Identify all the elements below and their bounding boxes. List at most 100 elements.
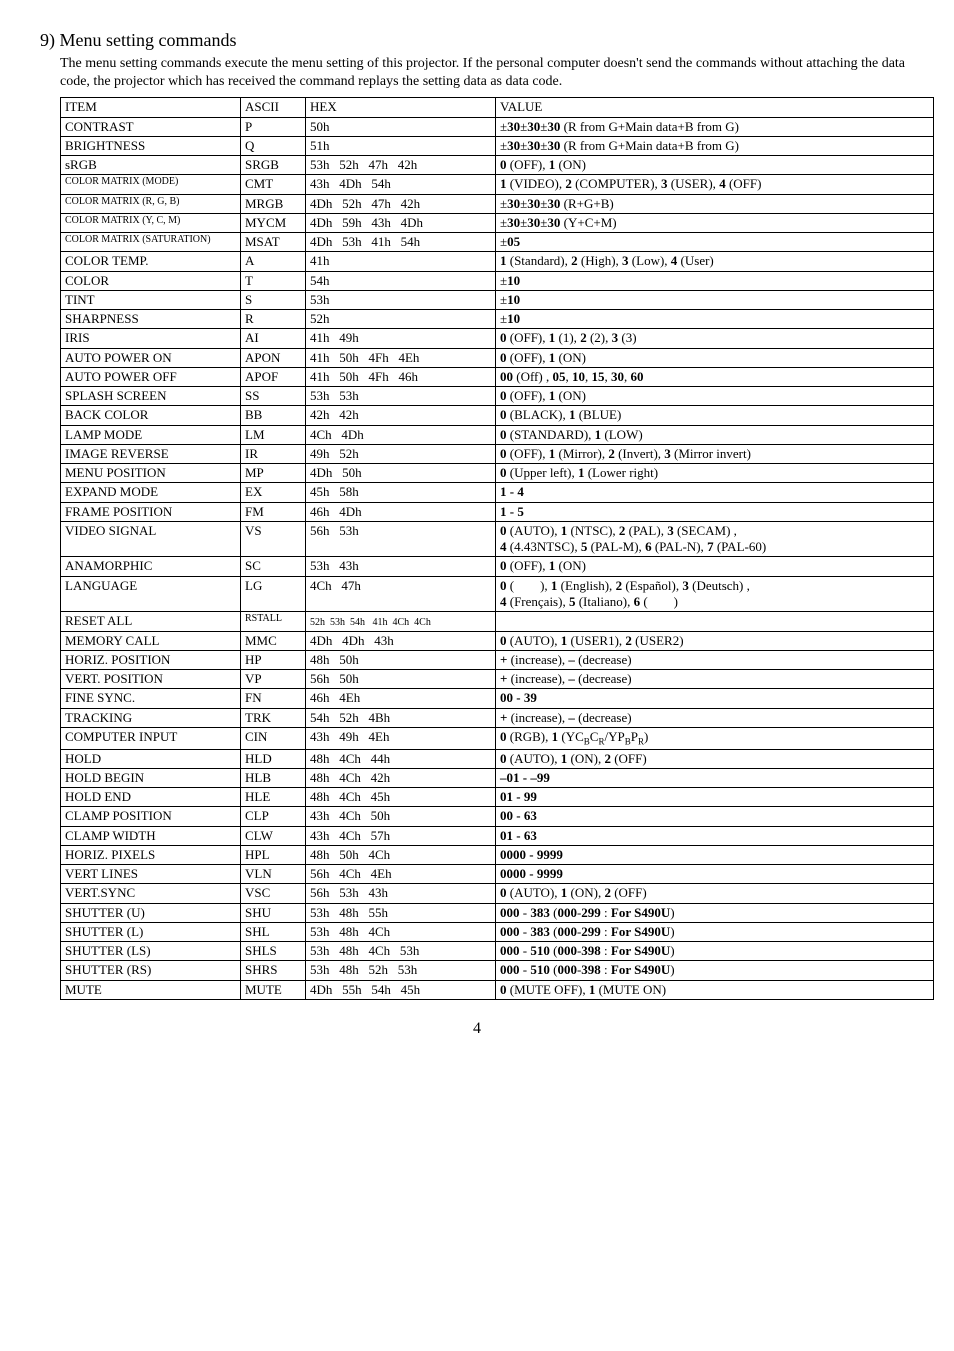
table-row: FRAME POSITIONFM46h 4Dh1 - 5 bbox=[61, 502, 934, 521]
cell-hex: 52h bbox=[306, 310, 496, 329]
cell-ascii: Q bbox=[241, 136, 306, 155]
table-row: VERT. POSITIONVP56h 50h+ (increase), – (… bbox=[61, 670, 934, 689]
cell-value: 0 (RGB), 1 (YCBCR/YPBPR) bbox=[496, 727, 934, 749]
cell-ascii: R bbox=[241, 310, 306, 329]
cell-item: COLOR bbox=[61, 271, 241, 290]
cell-hex: 46h 4Eh bbox=[306, 689, 496, 708]
cell-hex: 41h 50h 4Fh 4Eh bbox=[306, 348, 496, 367]
cell-hex: 56h 4Ch 4Eh bbox=[306, 865, 496, 884]
cell-ascii: HP bbox=[241, 650, 306, 669]
cell-item: VERT.SYNC bbox=[61, 884, 241, 903]
table-row: COLORT54h±10 bbox=[61, 271, 934, 290]
cell-item: VERT. POSITION bbox=[61, 670, 241, 689]
cell-value: –01 - –99 bbox=[496, 768, 934, 787]
cell-hex: 54h 52h 4Bh bbox=[306, 708, 496, 727]
cell-ascii: VP bbox=[241, 670, 306, 689]
cell-item: AUTO POWER ON bbox=[61, 348, 241, 367]
cell-value: ±10 bbox=[496, 310, 934, 329]
header-ascii: ASCII bbox=[241, 98, 306, 117]
cell-ascii: FM bbox=[241, 502, 306, 521]
cell-ascii: MYCM bbox=[241, 213, 306, 232]
table-row: IMAGE REVERSEIR49h 52h0 (OFF), 1 (Mirror… bbox=[61, 444, 934, 463]
header-hex: HEX bbox=[306, 98, 496, 117]
cell-item: sRGB bbox=[61, 156, 241, 175]
table-row: COLOR MATRIX (Y, C, M)MYCM4Dh 59h 43h 4D… bbox=[61, 213, 934, 232]
cell-item: SHARPNESS bbox=[61, 310, 241, 329]
cell-item: COLOR MATRIX (MODE) bbox=[61, 175, 241, 194]
cell-item: HOLD bbox=[61, 749, 241, 768]
cell-hex: 41h 50h 4Fh 46h bbox=[306, 367, 496, 386]
table-row: TINTS53h±10 bbox=[61, 290, 934, 309]
cell-value: 1 - 4 bbox=[496, 483, 934, 502]
table-row: SPLASH SCREENSS53h 53h0 (OFF), 1 (ON) bbox=[61, 387, 934, 406]
cell-value: 0 (OFF), 1 (Mirror), 2 (Invert), 3 (Mirr… bbox=[496, 444, 934, 463]
cell-value: 0 (OFF), 1 (ON) bbox=[496, 156, 934, 175]
cell-hex: 45h 58h bbox=[306, 483, 496, 502]
cell-value: 000 - 383 (000-299 : For S490U) bbox=[496, 922, 934, 941]
table-row: VERT.SYNCVSC56h 53h 43h0 (AUTO), 1 (ON),… bbox=[61, 884, 934, 903]
table-row: LAMP MODELM4Ch 4Dh0 (STANDARD), 1 (LOW) bbox=[61, 425, 934, 444]
cell-hex: 43h 49h 4Eh bbox=[306, 727, 496, 749]
cell-ascii: MUTE bbox=[241, 980, 306, 999]
table-row: AUTO POWER ONAPON41h 50h 4Fh 4Eh0 (OFF),… bbox=[61, 348, 934, 367]
cell-hex: 41h 49h bbox=[306, 329, 496, 348]
cell-hex: 54h bbox=[306, 271, 496, 290]
cell-item: VERT LINES bbox=[61, 865, 241, 884]
cell-item: LAMP MODE bbox=[61, 425, 241, 444]
cell-hex: 48h 50h bbox=[306, 650, 496, 669]
cell-ascii: APON bbox=[241, 348, 306, 367]
cell-item: COLOR MATRIX (SATURATION) bbox=[61, 233, 241, 252]
cell-ascii: EX bbox=[241, 483, 306, 502]
cell-hex: 53h 43h bbox=[306, 557, 496, 576]
cell-value: 0 (OFF), 1 (1), 2 (2), 3 (3) bbox=[496, 329, 934, 348]
cell-ascii: SHRS bbox=[241, 961, 306, 980]
cell-value: 0 (AUTO), 1 (ON), 2 (OFF) bbox=[496, 749, 934, 768]
cell-hex: 48h 50h 4Ch bbox=[306, 845, 496, 864]
cell-value: + (increase), – (decrease) bbox=[496, 670, 934, 689]
cell-hex: 53h 48h 4Ch 53h bbox=[306, 942, 496, 961]
cell-item: CONTRAST bbox=[61, 117, 241, 136]
cell-item: IMAGE REVERSE bbox=[61, 444, 241, 463]
cell-value: 1 - 5 bbox=[496, 502, 934, 521]
table-row: SHUTTER (L)SHL53h 48h 4Ch000 - 383 (000-… bbox=[61, 922, 934, 941]
cell-hex: 4Dh 53h 41h 54h bbox=[306, 233, 496, 252]
intro-paragraph: The menu setting commands execute the me… bbox=[60, 55, 914, 91]
cell-item: SHUTTER (U) bbox=[61, 903, 241, 922]
header-item: ITEM bbox=[61, 98, 241, 117]
cell-value: 0000 - 9999 bbox=[496, 845, 934, 864]
table-row: CONTRASTP50h±30±30±30 (R from G+Main dat… bbox=[61, 117, 934, 136]
cell-item: MEMORY CALL bbox=[61, 631, 241, 650]
cell-ascii: HLB bbox=[241, 768, 306, 787]
cell-value: 0 ( ), 1 (English), 2 (Español), 3 (Deut… bbox=[496, 576, 934, 612]
cell-ascii: APOF bbox=[241, 367, 306, 386]
cell-hex: 53h 52h 47h 42h bbox=[306, 156, 496, 175]
cell-value: + (increase), – (decrease) bbox=[496, 650, 934, 669]
table-row: SHUTTER (LS)SHLS53h 48h 4Ch 53h000 - 510… bbox=[61, 942, 934, 961]
cell-item: SPLASH SCREEN bbox=[61, 387, 241, 406]
table-row: SHARPNESSR52h±10 bbox=[61, 310, 934, 329]
cell-item: COLOR TEMP. bbox=[61, 252, 241, 271]
cell-ascii: CLP bbox=[241, 807, 306, 826]
cell-hex: 53h bbox=[306, 290, 496, 309]
cell-ascii: LG bbox=[241, 576, 306, 612]
cell-ascii: VSC bbox=[241, 884, 306, 903]
cell-item: HORIZ. POSITION bbox=[61, 650, 241, 669]
header-value: VALUE bbox=[496, 98, 934, 117]
cell-value: 00 - 39 bbox=[496, 689, 934, 708]
cell-hex: 53h 53h bbox=[306, 387, 496, 406]
cell-hex: 43h 4Dh 54h bbox=[306, 175, 496, 194]
cell-ascii: S bbox=[241, 290, 306, 309]
table-row: MEMORY CALLMMC4Dh 4Dh 43h0 (AUTO), 1 (US… bbox=[61, 631, 934, 650]
cell-ascii: SC bbox=[241, 557, 306, 576]
cell-ascii: CIN bbox=[241, 727, 306, 749]
cell-value: 1 (Standard), 2 (High), 3 (Low), 4 (User… bbox=[496, 252, 934, 271]
cell-item: SHUTTER (LS) bbox=[61, 942, 241, 961]
cell-item: CLAMP WIDTH bbox=[61, 826, 241, 845]
cell-hex: 48h 4Ch 42h bbox=[306, 768, 496, 787]
cell-ascii: MRGB bbox=[241, 194, 306, 213]
cell-value bbox=[496, 612, 934, 632]
cell-item: HORIZ. PIXELS bbox=[61, 845, 241, 864]
cell-hex: 56h 53h bbox=[306, 521, 496, 557]
table-row: HORIZ. POSITIONHP48h 50h+ (increase), – … bbox=[61, 650, 934, 669]
cell-item: RESET ALL bbox=[61, 612, 241, 632]
